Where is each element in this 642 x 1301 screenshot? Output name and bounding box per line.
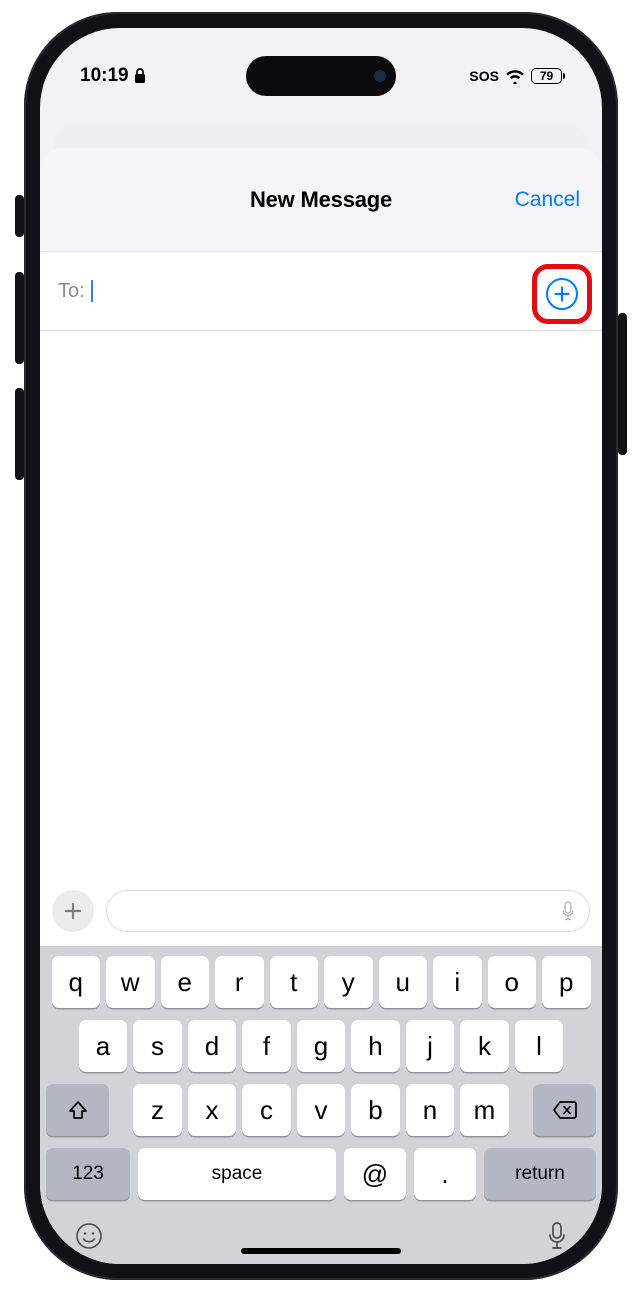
- key-w[interactable]: w: [106, 956, 155, 1008]
- plus-icon: [63, 901, 83, 921]
- shift-icon: [67, 1099, 89, 1121]
- at-key[interactable]: @: [344, 1148, 406, 1200]
- key-d[interactable]: d: [188, 1020, 237, 1072]
- sos-indicator: SOS: [469, 68, 499, 84]
- sheet-title: New Message: [250, 187, 392, 213]
- volume-up-button: [15, 272, 24, 364]
- key-c[interactable]: c: [242, 1084, 291, 1136]
- backspace-key[interactable]: [533, 1084, 596, 1136]
- volume-down-button: [15, 388, 24, 480]
- key-a[interactable]: a: [79, 1020, 128, 1072]
- keyboard: q w e r t y u i o p a s d f g h: [40, 946, 602, 1264]
- key-z[interactable]: z: [133, 1084, 182, 1136]
- dynamic-island: [246, 56, 396, 96]
- battery-percentage: 79: [540, 70, 553, 82]
- camera-dot: [374, 70, 386, 82]
- mic-icon-small: [561, 901, 575, 921]
- key-m[interactable]: m: [460, 1084, 509, 1136]
- key-b[interactable]: b: [351, 1084, 400, 1136]
- key-v[interactable]: v: [297, 1084, 346, 1136]
- battery-indicator: 79: [531, 68, 562, 84]
- key-h[interactable]: h: [351, 1020, 400, 1072]
- keyboard-row-1: q w e r t y u i o p: [46, 956, 596, 1008]
- to-label: To:: [58, 280, 85, 303]
- new-message-sheet: New Message Cancel To:: [40, 148, 602, 1264]
- key-p[interactable]: p: [542, 956, 591, 1008]
- shift-key[interactable]: [46, 1084, 109, 1136]
- annotation-highlight: [532, 264, 592, 324]
- phone-frame: 10:19 SOS 79: [24, 12, 618, 1280]
- status-time: 10:19: [80, 65, 129, 87]
- dictation-mic-icon[interactable]: [546, 1220, 568, 1252]
- to-input[interactable]: [91, 278, 532, 304]
- keyboard-row-3: z x c v b n m: [46, 1084, 596, 1136]
- numbers-key[interactable]: 123: [46, 1148, 130, 1200]
- message-text-field[interactable]: [106, 890, 590, 932]
- message-body-area[interactable]: [40, 331, 602, 880]
- silent-switch: [15, 195, 24, 237]
- key-q[interactable]: q: [52, 956, 101, 1008]
- key-y[interactable]: y: [324, 956, 373, 1008]
- to-field-row[interactable]: To:: [40, 252, 602, 331]
- attachment-button[interactable]: [52, 890, 94, 932]
- backspace-icon: [552, 1100, 578, 1120]
- key-l[interactable]: l: [515, 1020, 564, 1072]
- keyboard-row-4: 123 space @ . return: [46, 1148, 596, 1200]
- message-input-bar: [40, 880, 602, 946]
- add-contact-button[interactable]: [546, 278, 578, 310]
- text-caret: [91, 280, 93, 302]
- emoji-icon[interactable]: [74, 1221, 104, 1251]
- sheet-header: New Message Cancel: [40, 148, 602, 252]
- space-key[interactable]: space: [138, 1148, 336, 1200]
- key-o[interactable]: o: [488, 956, 537, 1008]
- cancel-button[interactable]: Cancel: [515, 188, 580, 212]
- key-r[interactable]: r: [215, 956, 264, 1008]
- key-k[interactable]: k: [460, 1020, 509, 1072]
- key-i[interactable]: i: [433, 956, 482, 1008]
- key-g[interactable]: g: [297, 1020, 346, 1072]
- key-x[interactable]: x: [188, 1084, 237, 1136]
- key-s[interactable]: s: [133, 1020, 182, 1072]
- key-t[interactable]: t: [270, 956, 319, 1008]
- phone-screen: 10:19 SOS 79: [40, 28, 602, 1264]
- key-e[interactable]: e: [161, 956, 210, 1008]
- lock-icon: [134, 68, 146, 84]
- dot-key[interactable]: .: [414, 1148, 476, 1200]
- key-f[interactable]: f: [242, 1020, 291, 1072]
- power-button: [618, 313, 627, 455]
- keyboard-row-2: a s d f g h j k l: [46, 1020, 596, 1072]
- key-j[interactable]: j: [406, 1020, 455, 1072]
- key-u[interactable]: u: [379, 956, 428, 1008]
- plus-circle-icon: [553, 285, 571, 303]
- home-indicator[interactable]: [241, 1248, 401, 1254]
- return-key[interactable]: return: [484, 1148, 596, 1200]
- key-n[interactable]: n: [406, 1084, 455, 1136]
- wifi-icon: [505, 69, 525, 84]
